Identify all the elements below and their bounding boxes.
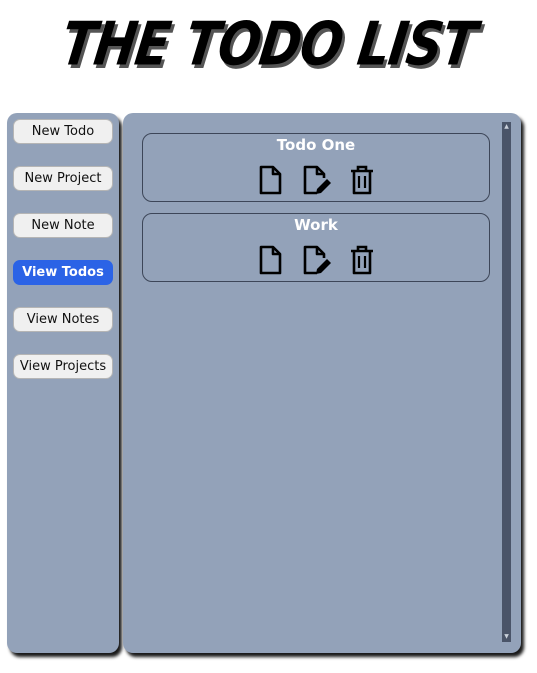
- view-file-icon[interactable]: [254, 164, 286, 196]
- new-todo-button[interactable]: New Todo: [13, 119, 113, 144]
- view-notes-button[interactable]: View Notes: [13, 307, 113, 332]
- new-note-button[interactable]: New Note: [13, 213, 113, 238]
- vertical-scrollbar[interactable]: ▲ ▼: [502, 122, 511, 642]
- todo-actions: [143, 164, 489, 196]
- trash-icon[interactable]: [346, 244, 378, 276]
- edit-file-icon[interactable]: [300, 244, 332, 276]
- view-file-icon[interactable]: [254, 244, 286, 276]
- view-projects-button[interactable]: View Projects: [13, 354, 113, 379]
- edit-file-icon[interactable]: [300, 164, 332, 196]
- todo-title: Work: [294, 216, 338, 234]
- trash-icon[interactable]: [346, 164, 378, 196]
- todo-title: Todo One: [276, 136, 356, 154]
- scroll-down-arrow-icon[interactable]: ▼: [502, 632, 511, 642]
- todo-list-panel: Todo One Work ▲ ▼: [123, 113, 521, 653]
- scroll-up-arrow-icon[interactable]: ▲: [502, 122, 511, 132]
- todo-actions: [143, 244, 489, 276]
- sidebar: New Todo New Project New Note View Todos…: [7, 113, 119, 653]
- todo-card: Work: [142, 213, 490, 282]
- todo-card: Todo One: [142, 133, 490, 202]
- app-title: THE TODO LIST: [57, 9, 480, 79]
- view-todos-button[interactable]: View Todos: [13, 260, 113, 285]
- new-project-button[interactable]: New Project: [13, 166, 113, 191]
